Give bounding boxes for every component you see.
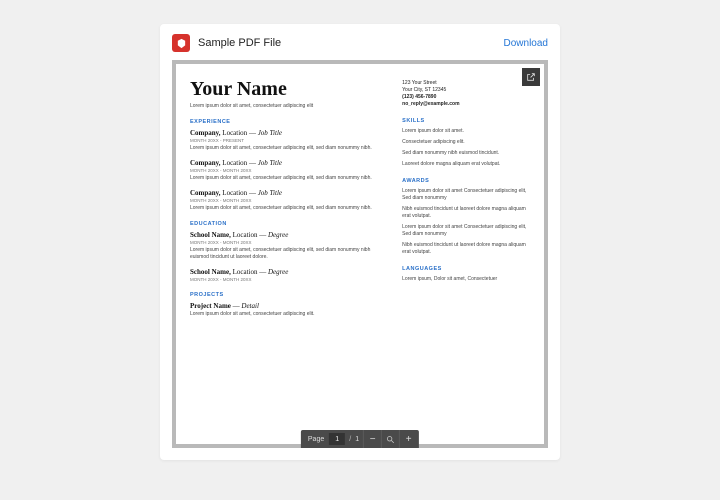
contact-block: 123 Your Street Your City, ST 12345 (123… xyxy=(402,80,530,108)
experience-entry-dates: MONTH 20XX - PRESENT xyxy=(190,138,388,143)
resume-name: Your Name xyxy=(190,78,388,101)
experience-entry-title: Company, Location — Job Title xyxy=(190,189,388,197)
contact-email: no_reply@example.com xyxy=(402,101,530,108)
education-entry: School Name, Location — DegreeMONTH 20XX… xyxy=(190,231,388,261)
experience-entry-desc: Lorem ipsum dolor sit amet, consectetuer… xyxy=(190,145,388,152)
pdf-preview-card: Sample PDF File Download Your Name Lorem… xyxy=(160,24,560,460)
award-item: Nibh euismod tincidunt ut laoreet dolore… xyxy=(402,206,530,220)
education-entry: School Name, Location — DegreeMONTH 20XX… xyxy=(190,268,388,282)
pdf-icon xyxy=(172,34,190,52)
skill-item: Laoreet dolore magna aliquam erat volutp… xyxy=(402,161,530,168)
file-title: Sample PDF File xyxy=(198,37,504,49)
pdf-page: Your Name Lorem ipsum dolor sit amet, co… xyxy=(176,64,544,444)
header-bar: Sample PDF File Download xyxy=(160,24,560,60)
experience-entry: Company, Location — Job TitleMONTH 20XX … xyxy=(190,159,388,182)
project-entry-desc: Lorem ipsum dolor sit amet, consectetuer… xyxy=(190,311,388,318)
pdf-viewer: Your Name Lorem ipsum dolor sit amet, co… xyxy=(172,60,548,448)
resume-right-column: 123 Your Street Your City, ST 12345 (123… xyxy=(402,78,530,325)
experience-entry-title: Company, Location — Job Title xyxy=(190,159,388,167)
experience-entry-dates: MONTH 20XX - MONTH 20XX xyxy=(190,168,388,173)
download-link[interactable]: Download xyxy=(504,38,548,49)
contact-street: 123 Your Street xyxy=(402,80,530,87)
skill-item: Lorem ipsum dolor sit amet. xyxy=(402,128,530,135)
minus-icon: − xyxy=(370,434,376,445)
plus-icon: + xyxy=(406,434,412,445)
resume-subtitle: Lorem ipsum dolor sit amet, consectetuer… xyxy=(190,103,388,109)
experience-heading: EXPERIENCE xyxy=(190,119,388,125)
contact-citystate: Your City, ST 12345 xyxy=(402,87,530,94)
page-label: Page xyxy=(303,436,329,443)
education-entry-title: School Name, Location — Degree xyxy=(190,231,388,239)
experience-entry-dates: MONTH 20XX - MONTH 20XX xyxy=(190,198,388,203)
education-entry-dates: MONTH 20XX - MONTH 20XX xyxy=(190,240,388,245)
award-item: Lorem ipsum dolor sit amet Consectetuer … xyxy=(402,224,530,238)
experience-entry: Company, Location — Job TitleMONTH 20XX … xyxy=(190,129,388,152)
skills-heading: SKILLS xyxy=(402,118,530,124)
education-entry-title: School Name, Location — Degree xyxy=(190,268,388,276)
page-input[interactable] xyxy=(329,433,345,445)
resume-left-column: Your Name Lorem ipsum dolor sit amet, co… xyxy=(190,78,388,325)
zoom-out-button[interactable]: − xyxy=(363,430,381,448)
projects-heading: PROJECTS xyxy=(190,292,388,298)
experience-entry-desc: Lorem ipsum dolor sit amet, consectetuer… xyxy=(190,175,388,182)
award-item: Lorem ipsum dolor sit amet Consectetuer … xyxy=(402,188,530,202)
education-heading: EDUCATION xyxy=(190,221,388,227)
zoom-in-button[interactable]: + xyxy=(399,430,417,448)
zoom-reset-button[interactable] xyxy=(381,430,399,448)
skill-item: Consectetuer adipiscing elit. xyxy=(402,139,530,146)
experience-entry-title: Company, Location — Job Title xyxy=(190,129,388,137)
popout-button[interactable] xyxy=(522,68,540,86)
project-entry-title: Project Name — Detail xyxy=(190,302,388,310)
awards-heading: AWARDS xyxy=(402,178,530,184)
languages-heading: LANGUAGES xyxy=(402,266,530,272)
magnifier-icon xyxy=(386,435,395,444)
education-entry-dates: MONTH 20XX - MONTH 20XX xyxy=(190,277,388,282)
experience-entry: Company, Location — Job TitleMONTH 20XX … xyxy=(190,189,388,212)
education-entry-desc: Lorem ipsum dolor sit amet, consectetuer… xyxy=(190,247,388,261)
page-total: 1 xyxy=(355,436,363,443)
contact-phone: (123) 456-7890 xyxy=(402,94,530,101)
external-link-icon xyxy=(526,72,536,82)
experience-entry-desc: Lorem ipsum dolor sit amet, consectetuer… xyxy=(190,205,388,212)
skill-item: Sed diam nonummy nibh euismod tincidunt. xyxy=(402,150,530,157)
page-sep: / xyxy=(345,436,355,443)
pdf-toolbar: Page / 1 − + xyxy=(301,430,419,448)
award-item: Nibh euismod tincidunt ut laoreet dolore… xyxy=(402,242,530,256)
project-entry: Project Name — DetailLorem ipsum dolor s… xyxy=(190,302,388,318)
languages-text: Lorem ipsum, Dolor sit amet, Consectetue… xyxy=(402,276,530,283)
